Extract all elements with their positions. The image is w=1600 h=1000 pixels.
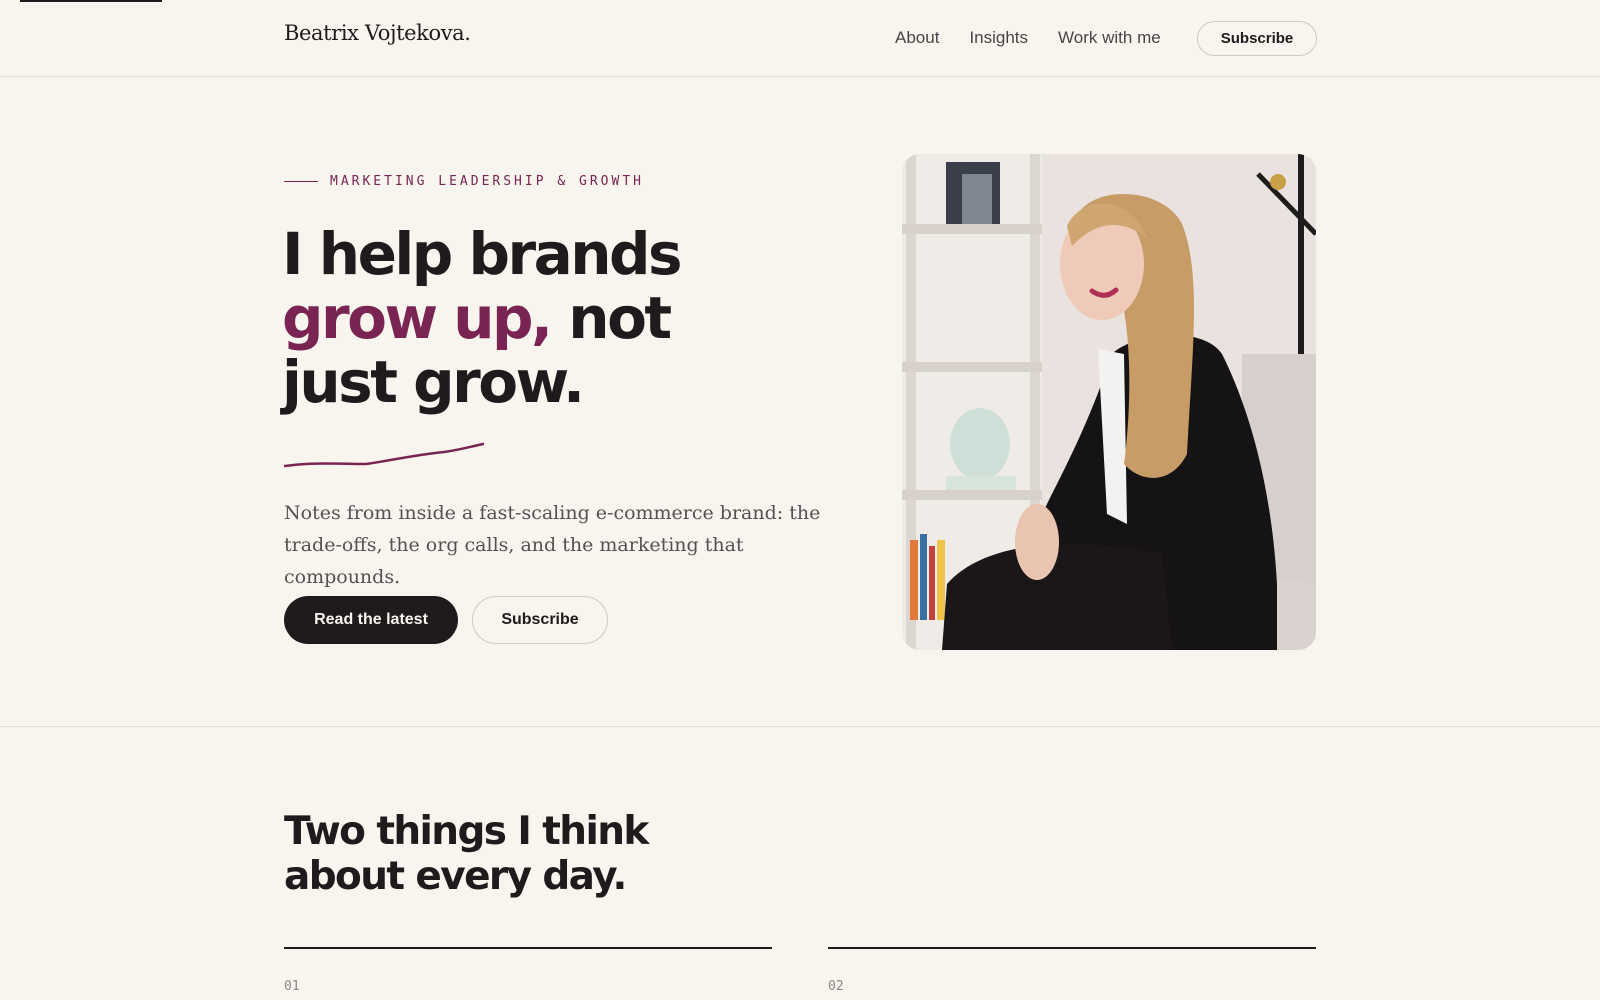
eyebrow-rule xyxy=(284,181,318,182)
headline-line-2-rest: not xyxy=(550,284,672,352)
brand-wordmark[interactable]: Beatrix Vojtekova. xyxy=(284,21,471,45)
eyebrow-text: MARKETING LEADERSHIP & GROWTH xyxy=(330,174,644,189)
nav-link-about[interactable]: About xyxy=(895,26,939,50)
column-rule-2 xyxy=(828,947,1316,949)
header-subscribe-button[interactable]: Subscribe xyxy=(1197,21,1317,56)
column-rule-1 xyxy=(284,947,772,949)
section-divider xyxy=(0,726,1600,727)
headline-line-1: I help brands xyxy=(282,220,683,288)
hero-lede: Notes from inside a fast-scaling e-comme… xyxy=(284,502,821,588)
headline-accent: grow up, xyxy=(282,284,553,352)
portrait-photo xyxy=(902,154,1316,650)
column-number-1: 01 xyxy=(284,979,300,994)
headline-line-3: just grow. xyxy=(282,348,585,416)
column-number-2: 02 xyxy=(828,979,844,994)
hero-subscribe-button[interactable]: Subscribe xyxy=(472,596,608,644)
hero-eyebrow: MARKETING LEADERSHIP & GROWTH xyxy=(284,174,644,189)
nav-link-work-with-me[interactable]: Work with me xyxy=(1058,26,1161,50)
hero-headline: I help brands grow up, not just grow. xyxy=(282,222,842,414)
main-nav: About Insights Work with me xyxy=(895,26,1161,50)
site-header: Beatrix Vojtekova. About Insights Work w… xyxy=(0,0,1600,77)
read-latest-button[interactable]: Read the latest xyxy=(284,596,458,644)
section-title: Two things I think about every day. xyxy=(284,809,649,899)
nav-link-insights[interactable]: Insights xyxy=(969,26,1028,50)
portrait-illustration xyxy=(902,154,1316,650)
hand-drawn-underline-icon xyxy=(284,442,484,468)
